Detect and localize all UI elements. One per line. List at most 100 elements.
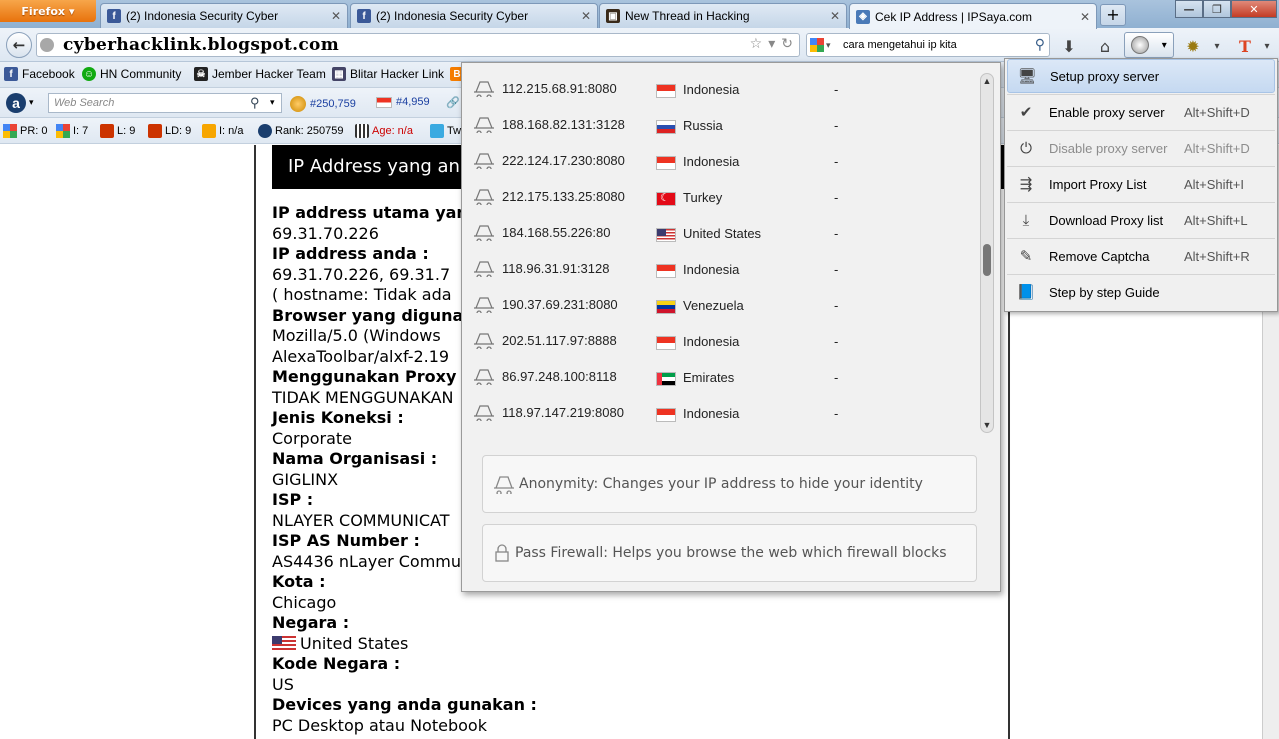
proxy-row[interactable]: 188.168.82.131:3128 Russia - (462, 107, 982, 143)
proxy-country: Turkey (683, 190, 723, 205)
scroll-down-icon[interactable]: ▼ (982, 420, 992, 430)
power-icon: ⏻ (1020, 139, 1032, 157)
menu-item-shortcut: Alt+Shift+D (1184, 140, 1250, 156)
menu-item-disable-proxy-server[interactable]: ⏻ Disable proxy server Alt+Shift+D (1007, 131, 1275, 165)
proxy-row[interactable]: 112.215.68.91:8080 Indonesia - (462, 71, 982, 107)
stat-rank[interactable]: Rank: 250759 (258, 124, 344, 138)
chevron-down-icon[interactable]: ▾ (29, 97, 34, 108)
url-text[interactable]: cyberhacklink.blogspot.com (63, 34, 339, 56)
stat-pagerank[interactable]: PR: 0 (3, 124, 48, 138)
stat-age[interactable]: Age: n/a (355, 124, 413, 138)
global-rank[interactable]: #250,759 (290, 96, 356, 112)
info-value-text: United States (300, 633, 409, 653)
proxy-row[interactable]: 118.97.147.219:8080 Indonesia - (462, 395, 982, 431)
proxy-row[interactable]: 202.51.117.97:8888 Indonesia - (462, 323, 982, 359)
link-icon[interactable]: 🔗 (446, 96, 460, 109)
alexa-logo-icon[interactable]: a (6, 93, 26, 113)
tab-2[interactable]: f (2) Indonesia Security Cyber ✕ (350, 3, 598, 28)
proxy-row[interactable]: 222.124.17.230:8080 Indonesia - (462, 143, 982, 179)
url-bar[interactable]: cyberhacklink.blogspot.com ☆ ▾ ↻ (36, 33, 800, 57)
proxy-address: 112.215.68.91:8080 (502, 81, 617, 96)
chevron-down-icon[interactable]: ▾ (1162, 40, 1167, 51)
bookmark-hn-community[interactable]: ☺ HN Community (82, 67, 181, 81)
tab-3[interactable]: ▣ New Thread in Hacking ✕ (599, 3, 847, 28)
star-icon[interactable]: ☆ (750, 36, 763, 52)
firefox-menu-button[interactable]: Firefox ▾ (0, 0, 96, 22)
menu-item-label: Import Proxy List (1049, 176, 1147, 192)
chevron-down-icon[interactable]: ▾ (1256, 35, 1278, 57)
search-bar[interactable]: ▾ cara mengetahui ip kita ⚲ (806, 33, 1050, 57)
menu-item-import-proxy-list[interactable]: ⇶ Import Proxy List Alt+Shift+I (1007, 167, 1275, 201)
country-flag-icon (656, 264, 676, 278)
close-icon[interactable]: ✕ (581, 9, 591, 23)
gear-icon[interactable]: ✹ (1182, 35, 1204, 57)
stat-bing-index[interactable]: I: n/a (202, 124, 243, 138)
incognito-icon (473, 79, 495, 100)
chevron-down-icon[interactable]: ▾ (768, 36, 775, 52)
menu-item-enable-proxy-server[interactable]: ✔ Enable proxy server Alt+Shift+D (1007, 95, 1275, 129)
search-icon[interactable]: ⚲ (1035, 36, 1045, 53)
proxy-row[interactable]: 190.37.69.231:8080 Venezuela - (462, 287, 982, 323)
close-icon[interactable]: ✕ (331, 9, 341, 23)
minimize-button[interactable]: — (1175, 0, 1203, 18)
proxy-address: 222.124.17.230:8080 (502, 153, 625, 168)
stat-label: I: n/a (219, 125, 244, 137)
stat-index[interactable]: I: 7 (56, 124, 88, 138)
translate-icon[interactable]: T (1234, 35, 1256, 57)
proxy-row[interactable]: 86.97.248.100:8118 Emirates - (462, 359, 982, 395)
country-rank[interactable]: #4,959 (376, 96, 430, 108)
proxy-row[interactable]: 212.175.133.25:8080 Turkey - (462, 179, 982, 215)
info-value-text: AS4436 nLayer Commu (272, 551, 462, 571)
proxy-extra: - (834, 118, 839, 133)
info-value: United States (272, 634, 537, 655)
menu-item-download-proxy-list[interactable]: ⤓ Download Proxy list Alt+Shift+L (1007, 203, 1275, 237)
bookmark-jember-hacker-team[interactable]: ☠ Jember Hacker Team (194, 67, 326, 81)
navigation-bar: ← cyberhacklink.blogspot.com ☆ ▾ ↻ ▾ car… (0, 28, 1279, 62)
info-value-text: GIGLINX (272, 469, 339, 489)
proxy-toolbar-button[interactable]: ▾ (1124, 32, 1174, 58)
close-icon[interactable]: ✕ (1080, 10, 1090, 24)
search-icon[interactable]: ⚲ (250, 95, 260, 111)
new-tab-button[interactable]: + (1100, 4, 1126, 26)
menu-item-remove-captcha[interactable]: ✎ Remove Captcha Alt+Shift+R (1007, 239, 1275, 273)
bookmark-blitar-hacker-link[interactable]: ▦ Blitar Hacker Link (332, 67, 444, 81)
close-icon[interactable]: ✕ (830, 9, 840, 23)
tab-1[interactable]: f (2) Indonesia Security Cyber ✕ (100, 3, 348, 28)
reload-icon[interactable]: ↻ (781, 36, 793, 52)
info-value-text: Corporate (272, 428, 352, 448)
country-flag-icon (656, 156, 676, 170)
stat-label: PR: 0 (20, 125, 48, 137)
proxy-extra: - (834, 298, 839, 313)
stat-links[interactable]: L: 9 (100, 124, 135, 138)
search-engine-selector[interactable]: ▾ (810, 37, 840, 53)
global-rank-value: #250,759 (310, 98, 356, 110)
search-input[interactable]: cara mengetahui ip kita (843, 34, 957, 56)
download-arrow-icon[interactable]: ⬇ (1058, 35, 1080, 57)
home-icon[interactable]: ⌂ (1094, 35, 1116, 57)
tab-label: New Thread in Hacking (625, 9, 750, 23)
proxy-row[interactable]: 118.96.31.91:3128 Indonesia - (462, 251, 982, 287)
proxy-list-scrollbar[interactable]: ▲ ▼ (980, 73, 994, 433)
chevron-down-icon[interactable]: ▾ (270, 97, 275, 108)
proxy-country: Venezuela (683, 298, 744, 313)
maximize-button[interactable]: ❐ (1203, 0, 1231, 18)
scroll-up-icon[interactable]: ▲ (982, 76, 992, 86)
proxy-country: United States (683, 226, 762, 241)
menu-item-setup-proxy-server[interactable]: 🖥 Setup proxy server (1007, 59, 1275, 93)
proxy-country: Emirates (683, 370, 735, 385)
tab-4-active[interactable]: ◈ Cek IP Address | IPSaya.com ✕ (849, 3, 1097, 29)
menu-item-step-by-step-guide[interactable]: 📘 Step by step Guide (1007, 275, 1275, 309)
proxy-address: 86.97.248.100:8118 (502, 369, 617, 384)
info-value-text: 69.31.70.226 (272, 223, 379, 243)
chevron-down-icon[interactable]: ▾ (1206, 35, 1228, 57)
bookmark-facebook[interactable]: f Facebook (4, 67, 75, 81)
stat-twitter[interactable]: Tw (430, 124, 461, 138)
proxy-row[interactable]: 184.168.55.226:80 United States - (462, 215, 982, 251)
stat-link-domains[interactable]: LD: 9 (148, 124, 191, 138)
stat-label: LD: 9 (165, 125, 192, 137)
close-window-button[interactable]: ✕ (1231, 0, 1277, 18)
scrollbar-thumb[interactable] (983, 244, 991, 276)
alexa-search-input[interactable]: Web Search (48, 93, 282, 113)
proxy-address: 202.51.117.97:8888 (502, 333, 617, 348)
back-button[interactable]: ← (6, 32, 32, 58)
